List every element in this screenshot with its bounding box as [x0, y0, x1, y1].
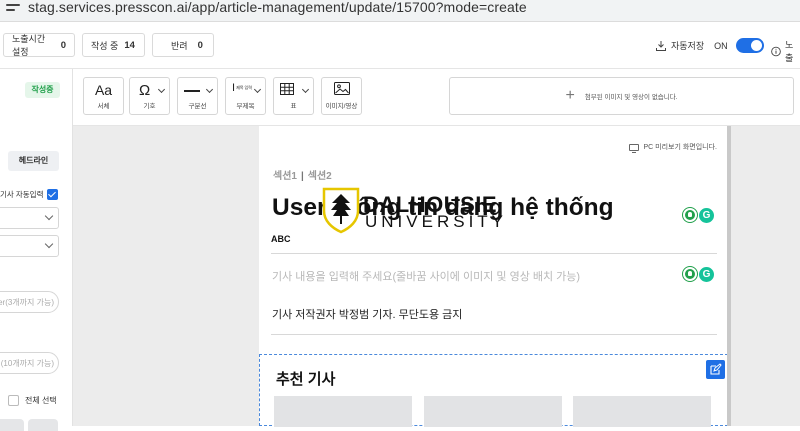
- font-tool[interactable]: Aa 서체: [83, 77, 124, 115]
- article-subtitle[interactable]: ABC: [271, 234, 291, 244]
- attachment-hint: 첨부된 이미지 및 영상이 없습니다.: [584, 94, 678, 101]
- rejected-label: 반려: [171, 40, 188, 51]
- download-icon: [656, 40, 666, 51]
- editor-toolbar: Aa 서체 Ω 기호 구분선 I제목 입력 부제목 표 이미지/영상 + 첨부된: [73, 69, 800, 126]
- lightbulb-icon[interactable]: [683, 267, 697, 281]
- divider-tool[interactable]: 구분선: [177, 77, 218, 115]
- edit-icon: [710, 363, 722, 375]
- plus-icon: +: [565, 87, 575, 104]
- sidebar-button-right[interactable]: [28, 419, 58, 431]
- chevron-down-icon: [44, 239, 54, 249]
- keyword-input[interactable]: er(3개까지 가능): [0, 291, 59, 313]
- recommended-thumb-2[interactable]: [424, 396, 562, 427]
- divider: [271, 253, 717, 254]
- symbol-tool-label: 기호: [143, 103, 156, 110]
- edit-button[interactable]: [706, 360, 725, 379]
- copyright-line: 기사 저작권자 박정범 기자. 무단도용 금지: [272, 309, 463, 321]
- subtitle-tool[interactable]: I제목 입력 부제목: [225, 77, 266, 115]
- subtitle-tool-label: 부제목: [236, 103, 255, 110]
- lightbulb-icon[interactable]: [683, 208, 697, 222]
- monitor-icon: [629, 143, 640, 153]
- tag-input[interactable]: (10개까지 가능): [0, 352, 59, 374]
- article-title[interactable]: User thông tin đang hệ thống: [272, 194, 614, 222]
- recommended-thumb-1[interactable]: [274, 396, 412, 427]
- font-icon: Aa: [94, 82, 113, 98]
- table-tool-label: 표: [290, 103, 297, 110]
- chevron-down-icon: [44, 211, 54, 221]
- grammar-badges-body[interactable]: G: [683, 267, 714, 282]
- pc-preview-note: PC 미리보기 화면입니다.: [629, 142, 717, 153]
- autosave-toggle[interactable]: [735, 38, 764, 53]
- status-badge: 작성중: [25, 82, 60, 98]
- site-settings-icon[interactable]: [4, 2, 22, 16]
- table-tool[interactable]: 표: [273, 77, 314, 115]
- expose-time-count: 0: [60, 39, 66, 51]
- select-all-row[interactable]: 전체 선택: [8, 395, 57, 406]
- rejected-count: 0: [197, 39, 203, 51]
- rejected-counter[interactable]: 반려 0: [152, 33, 214, 57]
- headline-button[interactable]: 헤드라인: [8, 151, 59, 171]
- expose-cut-label: 노출: [784, 40, 794, 63]
- auto-input-checkbox[interactable]: [47, 189, 59, 200]
- article-body-input[interactable]: 기사 내용을 입력해 주세요(줄바꿈 사이에 이미지 및 영상 배치 가능): [272, 268, 580, 284]
- section-1[interactable]: 섹션1: [273, 171, 297, 182]
- article-paper: PC 미리보기 화면입니다. 섹션1 | 섹션2 User thông tin đa…: [259, 126, 729, 427]
- category-select-1[interactable]: [0, 207, 59, 229]
- section-separator: |: [300, 171, 304, 182]
- symbol-tool[interactable]: Ω 기호: [129, 77, 170, 115]
- grammar-badges-title[interactable]: G: [683, 208, 714, 223]
- attachment-dropzone[interactable]: + 첨부된 이미지 및 영상이 없습니다.: [449, 77, 794, 115]
- font-tool-label: 서체: [97, 103, 110, 110]
- select-all-label: 전체 선택: [25, 396, 57, 405]
- writing-counter[interactable]: 작성 중 14: [82, 33, 145, 57]
- section-breadcrumb: 섹션1 | 섹션2: [273, 167, 332, 182]
- expose-time-counter[interactable]: 노출시간 설정 0: [3, 33, 75, 57]
- autosave-label: 자동저장: [671, 41, 705, 51]
- url-text[interactable]: stag.services.presscon.ai/app/article-ma…: [28, 0, 527, 15]
- writing-count: 14: [124, 39, 135, 51]
- divider-tool-label: 구분선: [188, 103, 207, 110]
- autosave-control: 자동저장 ON: [655, 38, 764, 53]
- sidebar-button-left[interactable]: [0, 419, 24, 431]
- divider: [271, 334, 717, 335]
- subtitle-icon-glyph: I: [232, 82, 236, 94]
- section-2[interactable]: 섹션2: [308, 171, 332, 182]
- auto-input-label: 기사 자동입력: [0, 190, 44, 199]
- article-status-bar: 노출시간 설정 0 작성 중 14 반려 0 자동저장 ON 노출: [0, 22, 800, 69]
- auto-input-row[interactable]: 기사 자동입력: [0, 189, 59, 200]
- expose-info[interactable]: 노출: [771, 38, 800, 64]
- grammarly-icon[interactable]: G: [699, 267, 714, 282]
- left-sidebar: 작성중 헤드라인 기사 자동입력 er(3개까지 가능) (10개까지 가능) …: [0, 69, 73, 431]
- subtitle-icon-text: 제목 입력: [236, 85, 252, 91]
- editor-canvas: PC 미리보기 화면입니다. 섹션1 | 섹션2 User thông tin đa…: [73, 126, 800, 427]
- recommended-title: 추천 기사: [276, 371, 336, 388]
- scrollbar[interactable]: [727, 126, 731, 426]
- writing-label: 작성 중: [91, 40, 119, 51]
- recommended-thumb-3[interactable]: [573, 396, 711, 427]
- image-icon: [322, 82, 361, 100]
- pc-preview-text: PC 미리보기 화면입니다.: [643, 144, 717, 151]
- media-tool[interactable]: 이미지/영상: [321, 77, 362, 115]
- info-icon: [771, 46, 781, 56]
- expose-time-label: 노출시간 설정: [12, 34, 46, 57]
- autosave-state: ON: [714, 40, 728, 51]
- grammarly-icon[interactable]: G: [699, 208, 714, 223]
- recommended-articles-block[interactable]: 추천 기사: [259, 354, 728, 427]
- media-tool-label: 이미지/영상: [325, 103, 358, 110]
- select-all-checkbox[interactable]: [8, 395, 19, 406]
- browser-address-bar[interactable]: stag.services.presscon.ai/app/article-ma…: [0, 0, 800, 22]
- category-select-2[interactable]: [0, 235, 59, 257]
